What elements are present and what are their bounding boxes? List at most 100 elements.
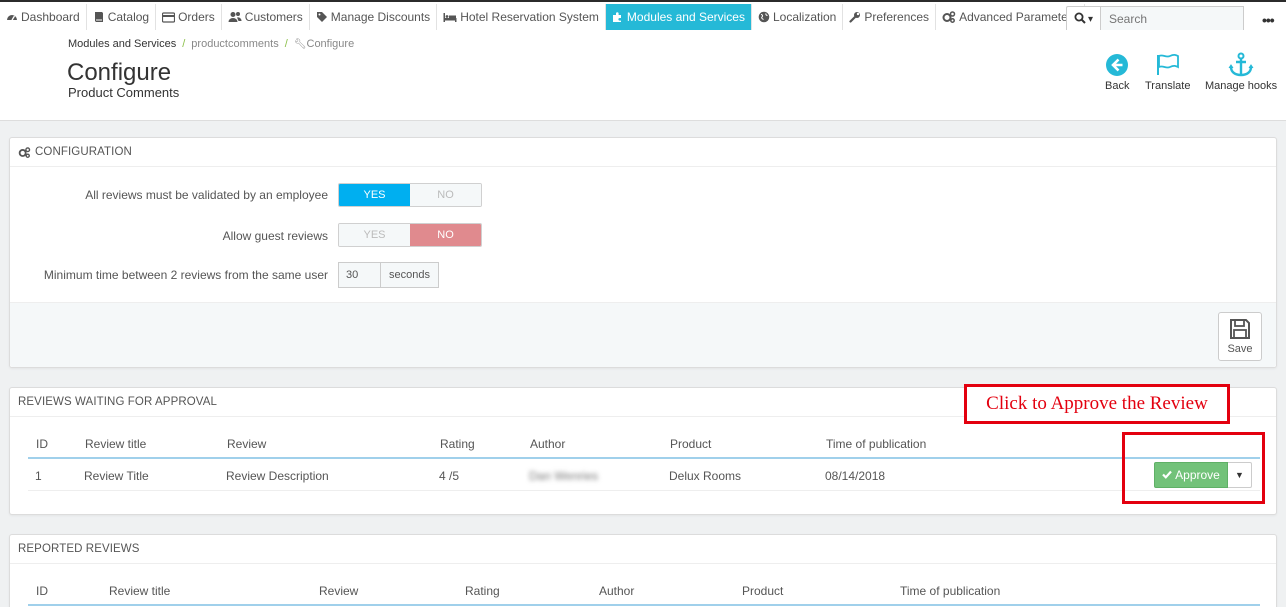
column-header: Rating (465, 584, 500, 598)
save-label: Save (1227, 343, 1253, 355)
cell-time: 08/14/2018 (825, 469, 886, 483)
cogs-icon (18, 146, 31, 158)
table-row: 1 Review Title Review Description 4 /5 D… (28, 461, 1260, 491)
back-button[interactable]: Back (1105, 50, 1129, 92)
nav-item-manage-discounts[interactable]: Manage Discounts (310, 4, 438, 30)
nav-item-preferences[interactable]: Preferences (843, 4, 937, 30)
arrow-circle-left-icon (1105, 50, 1129, 80)
nav-item-orders[interactable]: Orders (156, 4, 222, 30)
nav-search: ▾ (1066, 6, 1244, 32)
nav-label: Preferences (864, 10, 930, 24)
column-header: Review (319, 584, 359, 598)
breadcrumb-current: Configure (306, 38, 355, 50)
nav-item-dashboard[interactable]: Dashboard (0, 4, 87, 30)
nav-label: Manage Discounts (330, 10, 431, 24)
nav-item-localization[interactable]: Localization (752, 4, 844, 30)
validate-yes-option[interactable]: YES (339, 184, 410, 206)
nav-label: Customers (244, 10, 303, 24)
nav-label: Modules and Services (626, 10, 745, 24)
cell-product: Delux Rooms (669, 469, 742, 483)
breadcrumb: Modules and Services / productcomments / 🔧︎C… (68, 38, 355, 50)
translate-label: Translate (1145, 80, 1191, 92)
cell-title: Review Title (84, 469, 149, 483)
annotation-text: Click to Approve the Review (986, 393, 1208, 414)
nav-item-hotel-reservation[interactable]: Hotel Reservation System (437, 4, 606, 30)
reported-reviews-panel: REPORTED REVIEWS ID Review title Review … (9, 534, 1277, 607)
breadcrumb-item[interactable]: Modules and Services (68, 38, 176, 50)
guest-yes-option[interactable]: YES (339, 224, 410, 246)
nav-item-catalog[interactable]: Catalog (87, 4, 157, 30)
flag-icon (1155, 50, 1181, 80)
panel-heading: REPORTED REVIEWS (10, 535, 1276, 564)
book-icon (93, 11, 105, 23)
anchor-icon (1228, 50, 1254, 80)
dashboard-icon (6, 11, 18, 23)
cell-id: 1 (35, 469, 42, 483)
main-nav: Dashboard Catalog Orders Customers Manag… (0, 4, 1286, 32)
min-time-group: 30 seconds (338, 262, 439, 288)
page-header: Modules and Services / productcomments / 🔧︎C… (0, 30, 1286, 121)
users-icon (228, 11, 242, 23)
puzzle-icon (612, 11, 624, 23)
column-header: Author (530, 437, 566, 451)
nav-label: Hotel Reservation System (460, 10, 599, 24)
nav-label: Localization (772, 10, 837, 24)
column-header: Author (599, 584, 635, 598)
reported-heading: REPORTED REVIEWS (18, 543, 140, 555)
save-icon (1229, 318, 1251, 343)
column-header: Review (227, 437, 267, 451)
bed-icon (443, 12, 457, 23)
cogs-icon (942, 11, 956, 23)
more-menu-icon[interactable]: ••• (1262, 12, 1275, 28)
column-header: Review title (109, 584, 171, 598)
validate-label: All reviews must be validated by an empl… (85, 188, 328, 202)
back-label: Back (1105, 80, 1130, 92)
search-icon (1074, 12, 1086, 27)
column-header: Product (742, 584, 784, 598)
validate-no-option[interactable]: NO (410, 184, 481, 206)
validate-switch[interactable]: YES NO (338, 183, 482, 207)
min-time-input[interactable]: 30 (338, 262, 381, 288)
cell-rating: 4 /5 (439, 469, 460, 483)
waiting-heading: REVIEWS WAITING FOR APPROVAL (18, 396, 217, 408)
nav-item-modules-and-services[interactable]: Modules and Services (605, 4, 752, 30)
search-input[interactable] (1100, 6, 1244, 32)
guest-switch[interactable]: YES NO (338, 223, 482, 247)
guest-no-option[interactable]: NO (410, 224, 481, 246)
nav-label: Orders (178, 10, 215, 24)
translate-button[interactable]: Translate (1145, 50, 1190, 92)
wrench-icon: 🔧︎ (293, 39, 307, 50)
min-time-unit: seconds (381, 262, 439, 288)
tag-icon (316, 11, 328, 23)
column-header: Time of publication (826, 437, 927, 451)
save-button[interactable]: Save (1218, 312, 1262, 361)
annotation-highlight-box (1122, 432, 1265, 504)
search-type-button[interactable]: ▾ (1066, 6, 1100, 32)
panel-heading: CONFIGURATION (10, 138, 1276, 167)
cell-review: Review Description (226, 469, 329, 483)
nav-label: Catalog (107, 10, 150, 24)
breadcrumb-item[interactable]: productcomments (191, 38, 278, 50)
page-title: Configure (67, 59, 172, 86)
globe-icon (758, 11, 770, 23)
column-header: ID (36, 437, 48, 451)
nav-label: Advanced Parameters (959, 10, 1078, 24)
min-time-label: Minimum time between 2 reviews from the … (43, 268, 328, 282)
configuration-panel: CONFIGURATION All reviews must be valida… (9, 137, 1277, 368)
annotation-callout: Click to Approve the Review (964, 384, 1230, 424)
column-header: ID (36, 584, 48, 598)
column-header: Rating (440, 437, 475, 451)
caret-down-icon: ▾ (1087, 13, 1094, 25)
guest-label: Allow guest reviews (222, 229, 328, 243)
nav-label: Dashboard (21, 10, 80, 24)
column-header: Review title (85, 437, 147, 451)
column-header: Time of publication (900, 584, 1001, 598)
manage-hooks-button[interactable]: Manage hooks (1205, 50, 1277, 92)
credit-card-icon (162, 11, 176, 23)
table-header: ID Review title Review Rating Author Pro… (28, 576, 1260, 606)
nav-item-customers[interactable]: Customers (222, 4, 310, 30)
page-subtitle: Product Comments (68, 85, 180, 100)
panel-footer: Save (10, 302, 1276, 367)
nav-item-advanced-parameters[interactable]: Advanced Parameters (936, 4, 1085, 30)
column-header: Product (670, 437, 712, 451)
